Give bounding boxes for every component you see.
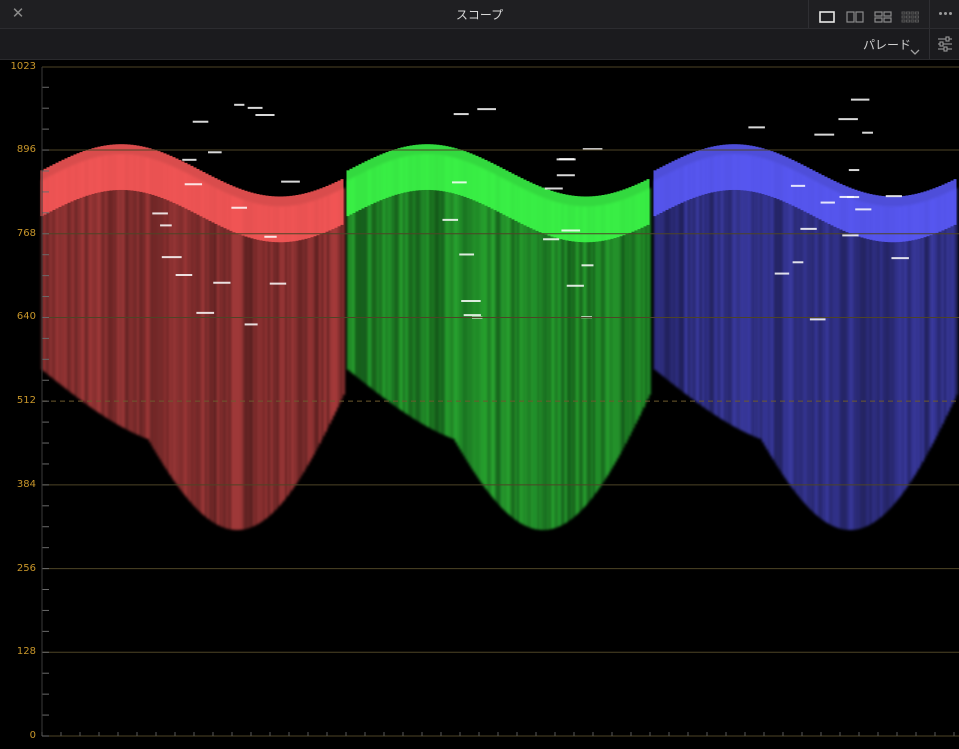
layout-multi-icon[interactable]	[901, 8, 919, 27]
title-bar: ✕ スコープ	[0, 0, 959, 29]
layout-quad-icon[interactable]	[874, 8, 892, 27]
y-tick-label: 0	[29, 730, 36, 741]
y-tick-label: 512	[16, 395, 36, 407]
parade-scope-svg	[40, 66, 959, 737]
scope-mode-label: パレード	[863, 38, 912, 52]
y-tick-label: 768	[16, 227, 36, 239]
y-tick-label: 1023	[10, 61, 36, 72]
layout-selector	[808, 0, 929, 28]
chevron-down-icon	[910, 41, 920, 60]
layout-dual-icon[interactable]	[846, 8, 864, 27]
more-dots-icon[interactable]	[929, 0, 959, 28]
scope-toolbar: パレード	[0, 29, 959, 60]
layout-single-icon[interactable]	[819, 8, 835, 27]
sliders-icon[interactable]	[929, 29, 959, 59]
channel-traces	[40, 98, 958, 531]
y-tick-label: 256	[16, 562, 36, 574]
y-tick-label: 640	[16, 311, 36, 323]
y-tick-label: 896	[16, 144, 36, 156]
y-tick-label: 128	[16, 646, 36, 658]
parade-scope: 1023 896 768 640 512 384 256 128 0	[0, 60, 959, 745]
y-tick-label: 384	[16, 478, 36, 490]
scope-mode-dropdown[interactable]: パレード	[855, 34, 927, 55]
